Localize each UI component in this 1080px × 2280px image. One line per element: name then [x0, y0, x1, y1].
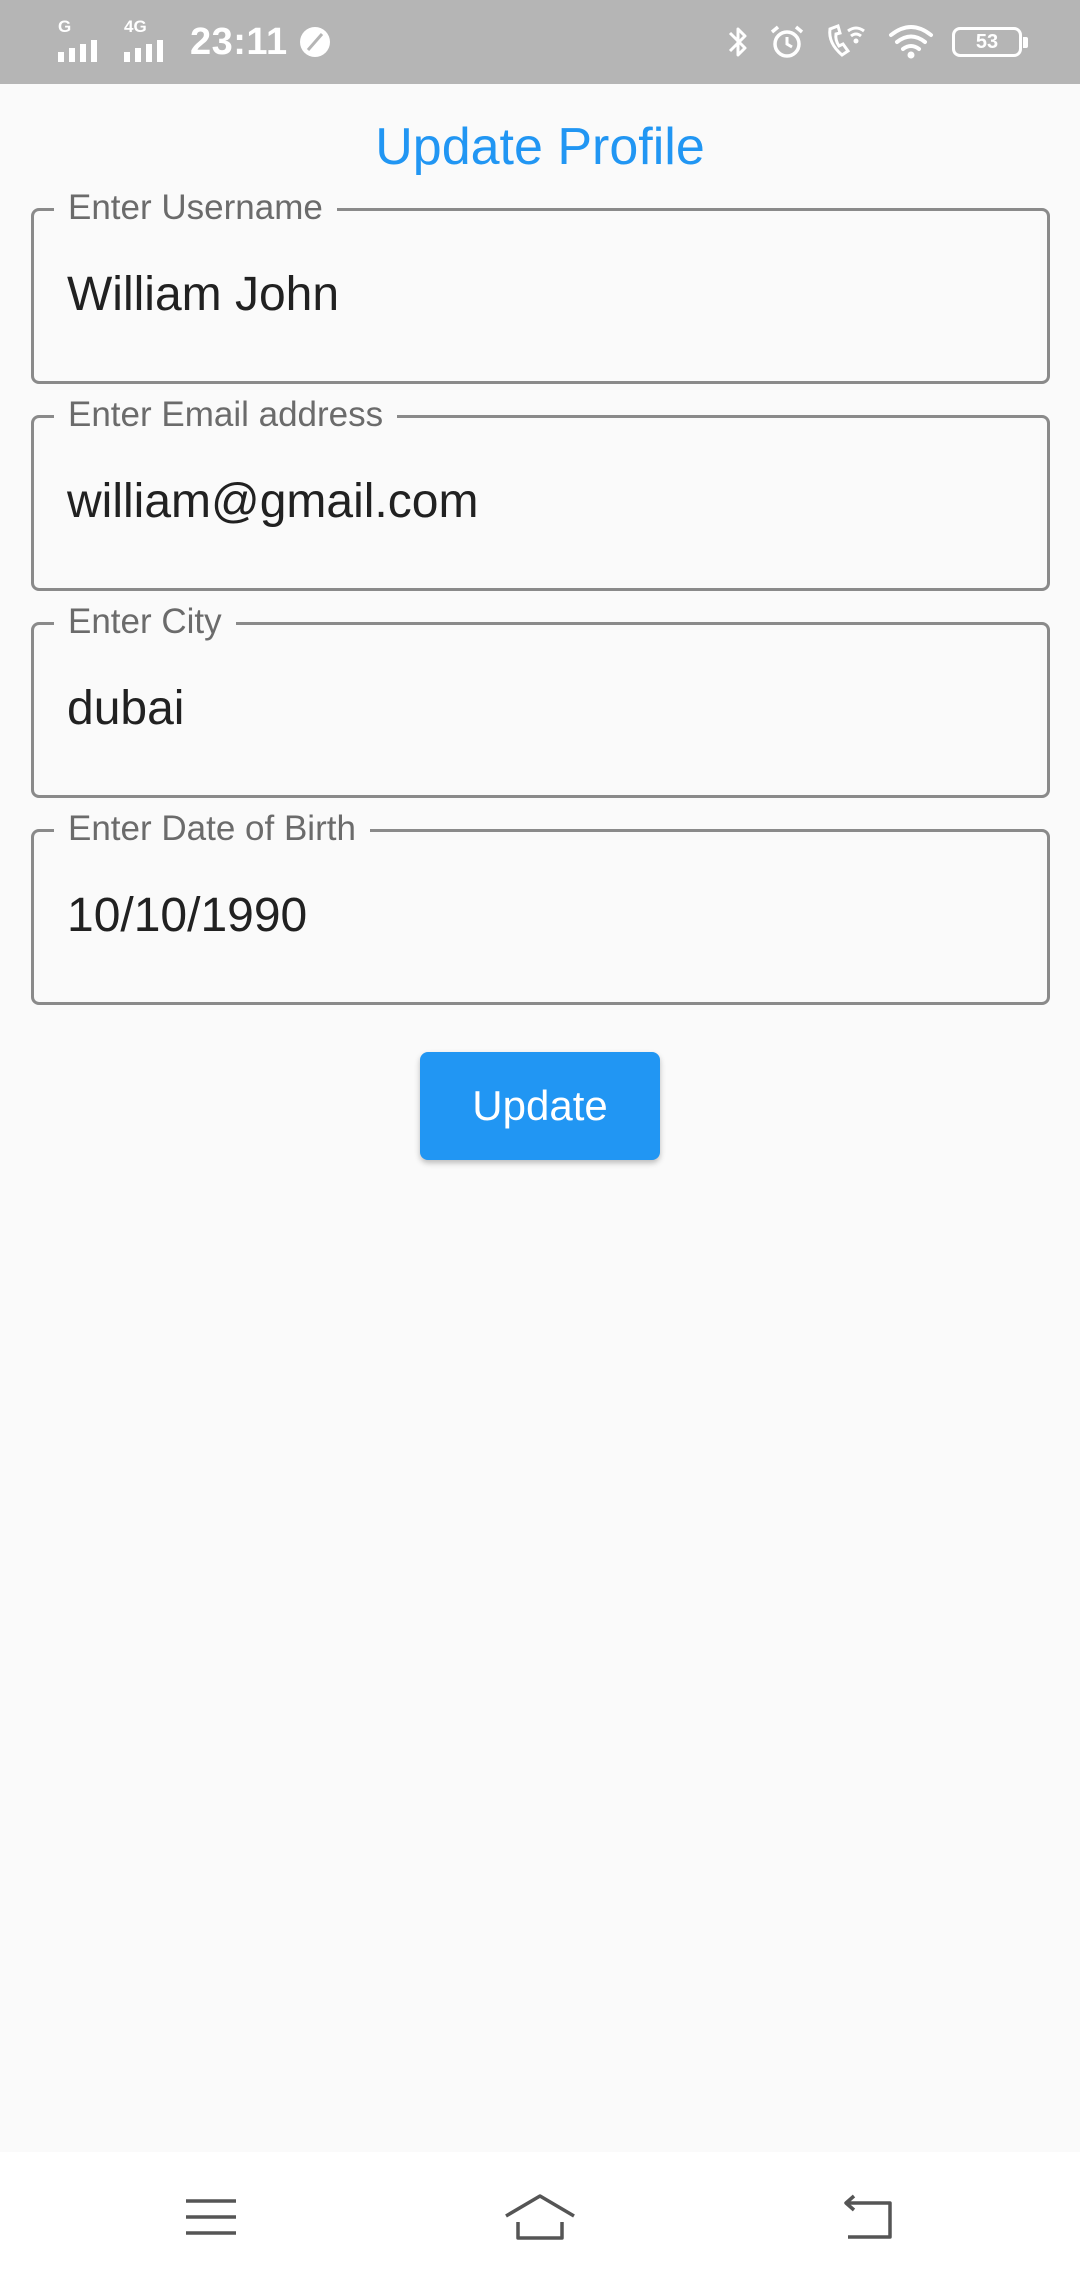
- home-button[interactable]: [495, 2182, 585, 2252]
- username-field[interactable]: Enter Username William John: [31, 188, 1050, 384]
- navigation-bar: [0, 2152, 1080, 2280]
- date-of-birth-field[interactable]: Enter Date of Birth 10/10/1990: [31, 809, 1050, 1005]
- alarm-icon: [770, 25, 804, 58]
- email-label: Enter Email address: [54, 395, 398, 435]
- leaf-icon: [299, 27, 330, 57]
- city-input[interactable]: dubai: [67, 679, 1027, 739]
- status-bar: G 4G 23:11 53: [0, 0, 1080, 84]
- bluetooth-icon: [728, 27, 747, 57]
- back-icon: [844, 2194, 892, 2239]
- home-icon: [505, 2194, 575, 2240]
- menu-button[interactable]: [166, 2182, 256, 2252]
- signal-icon: G: [58, 18, 114, 66]
- update-button[interactable]: Update: [420, 1052, 660, 1160]
- status-time: 23:11: [190, 20, 288, 63]
- back-button[interactable]: [822, 2182, 912, 2252]
- status-bar-left: G 4G 23:11: [58, 16, 332, 68]
- city-label: Enter City: [54, 602, 236, 642]
- date-of-birth-input[interactable]: 10/10/1990: [67, 886, 1027, 946]
- email-field[interactable]: Enter Email address william@gmail.com: [31, 395, 1050, 591]
- email-input[interactable]: william@gmail.com: [67, 472, 1027, 532]
- status-bar-right: 53: [726, 16, 1028, 68]
- sim1-network-label: G: [58, 17, 72, 36]
- menu-icon: [186, 2199, 236, 2235]
- wifi-calling-icon: [828, 24, 865, 57]
- username-label: Enter Username: [54, 188, 337, 228]
- signal-4g-icon: 4G: [124, 18, 180, 66]
- page-title: Update Profile: [375, 118, 705, 176]
- username-input[interactable]: William John: [67, 265, 1027, 325]
- sim2-network-label: 4G: [124, 17, 147, 36]
- battery-icon: 53: [952, 27, 1028, 57]
- wifi-icon: [889, 25, 933, 59]
- battery-level: 53: [975, 30, 999, 53]
- city-field[interactable]: Enter City dubai: [31, 602, 1050, 798]
- date-of-birth-label: Enter Date of Birth: [54, 809, 370, 849]
